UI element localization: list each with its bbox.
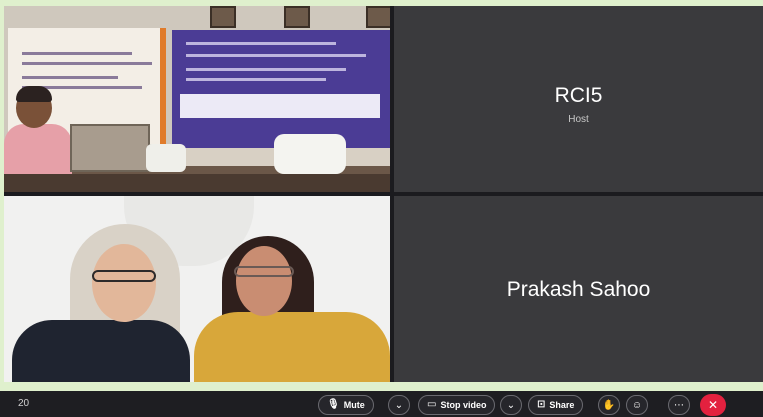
host-label: Host (568, 114, 589, 125)
raise-hand-icon: ✋ (602, 399, 616, 411)
participant-figure (12, 320, 190, 382)
share-button[interactable]: ⊡ Share (528, 395, 584, 415)
video-camera-icon: ▭ (427, 399, 437, 410)
participant-name: RCI5 (554, 84, 603, 107)
participant-name: Prakash Sahoo (506, 278, 651, 301)
microphone-icon: 🎙 (327, 399, 340, 410)
emoji-icon: ☺ (631, 399, 643, 411)
mute-label: Mute (343, 400, 365, 410)
video-tile-conference-room[interactable] (4, 6, 390, 192)
glasses (92, 270, 156, 282)
event-banner-right (172, 30, 390, 148)
glasses (234, 266, 294, 277)
end-call-icon: ✕ (707, 398, 719, 412)
meeting-toolbar: 20 🎙 Mute ⌄ ▭ Stop video ⌄ ⊡ Share ✋ ☺ ⋯… (0, 391, 763, 417)
mute-options-button[interactable]: ⌄ (388, 395, 410, 415)
participant-tile-prakash-sahoo[interactable]: Prakash Sahoo (394, 196, 763, 382)
end-call-button[interactable]: ✕ (700, 394, 726, 416)
reactions-button[interactable]: ☺ (626, 395, 648, 415)
stop-video-label: Stop video (440, 400, 487, 410)
participant-figure (4, 124, 72, 174)
video-tile-two-participants[interactable] (4, 196, 390, 382)
stop-video-button[interactable]: ▭ Stop video (418, 395, 496, 415)
share-screen-icon: ⊡ (537, 399, 546, 410)
participant-tile-rci5[interactable]: RCI5 Host (394, 6, 763, 192)
wall-portrait (284, 6, 310, 28)
more-options-button[interactable]: ⋯ (668, 395, 690, 415)
chevron-down-icon: ⌄ (394, 399, 404, 411)
wall-portrait (366, 6, 390, 28)
video-options-button[interactable]: ⌄ (500, 395, 522, 415)
video-grid: RCI5 Host Prakash Sahoo (4, 6, 763, 382)
wall-portrait (210, 6, 236, 28)
participants-count[interactable]: 20 (18, 398, 29, 409)
laptop (70, 124, 150, 172)
share-label: Share (549, 400, 575, 410)
mute-button[interactable]: 🎙 Mute (318, 395, 374, 415)
participant-figure (194, 312, 390, 382)
raise-hand-button[interactable]: ✋ (598, 395, 620, 415)
more-options-icon: ⋯ (674, 399, 684, 411)
chevron-down-icon: ⌄ (506, 399, 516, 411)
